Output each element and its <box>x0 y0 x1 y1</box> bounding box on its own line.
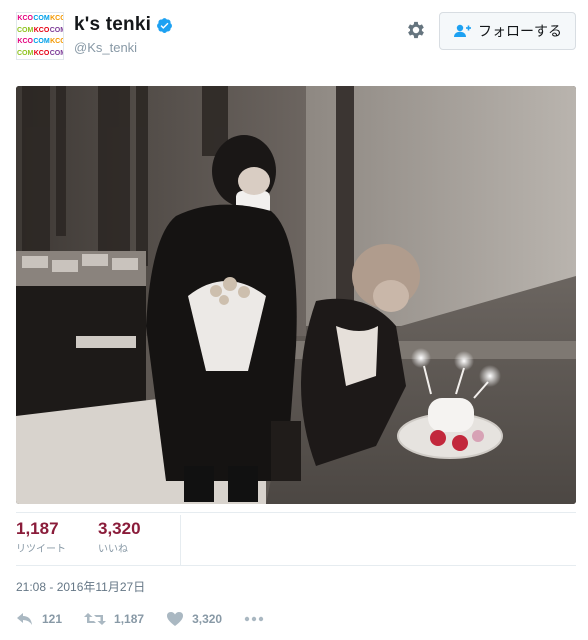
avatar[interactable]: KCOCOMKCOCOMKCOCOMKCOCOMKCOCOMKCOCOM <box>16 12 64 60</box>
more-button[interactable] <box>244 616 264 622</box>
avatar-logo-text: COM <box>33 38 50 45</box>
reply-icon <box>17 613 32 625</box>
retweet-stat[interactable]: 1,187 リツイート <box>16 519 66 555</box>
like-action-count: 3,320 <box>192 612 223 626</box>
more-dots-icon <box>244 616 264 622</box>
reply-count: 121 <box>42 612 63 626</box>
retweet-button[interactable]: 1,187 <box>84 611 144 627</box>
tweet-photo[interactable] <box>16 86 576 504</box>
divider <box>16 565 576 566</box>
avatar-logo-text: KCO <box>50 15 63 22</box>
avatar-logo-text: KCO <box>33 26 50 34</box>
avatar-logo-text: KCO <box>17 38 33 45</box>
like-stat[interactable]: 3,320 いいね <box>98 519 141 555</box>
tweet-actions: 121 1,187 3,320 <box>16 606 286 632</box>
retweet-count: 1,187 <box>16 519 59 538</box>
verified-badge-icon <box>157 17 173 33</box>
reply-button[interactable]: 121 <box>16 611 62 627</box>
avatar-logo-text: KCO <box>50 38 63 45</box>
gear-icon[interactable] <box>405 19 427 41</box>
tweet-stats: 1,187 リツイート 3,320 いいね <box>16 515 576 565</box>
avatar-logo-text: KCO <box>17 15 33 22</box>
tweet-timestamp[interactable]: 21:08 - 2016年11月27日 <box>16 578 145 595</box>
retweet-label: リツイート <box>16 544 66 555</box>
avatar-logo-text: COM <box>49 26 63 34</box>
divider <box>16 512 576 513</box>
photo-scene <box>16 86 576 504</box>
heart-icon <box>167 612 184 626</box>
tweet-header: KCOCOMKCOCOMKCOCOMKCOCOMKCOCOMKCOCOM k's… <box>0 0 588 78</box>
follow-button[interactable]: フォローする <box>439 12 576 50</box>
avatar-logo-text: COM <box>17 26 34 34</box>
retweet-action-count: 1,187 <box>114 612 145 626</box>
avatar-logo-text: COM <box>33 15 50 22</box>
stats-divider <box>180 515 181 565</box>
retweet-icon <box>84 613 107 625</box>
add-user-icon <box>454 24 471 37</box>
avatar-logo-text: COM <box>49 49 63 57</box>
name-row: k's tenki <box>74 14 173 36</box>
like-count: 3,320 <box>98 519 141 538</box>
like-label: いいね <box>98 544 128 555</box>
display-name[interactable]: k's tenki <box>74 14 151 36</box>
like-button[interactable]: 3,320 <box>166 611 222 627</box>
avatar-logo-text: COM <box>17 49 34 57</box>
avatar-logo-text: KCO <box>33 49 50 57</box>
user-handle[interactable]: @Ks_tenki <box>74 40 137 55</box>
follow-button-label: フォローする <box>478 23 562 39</box>
